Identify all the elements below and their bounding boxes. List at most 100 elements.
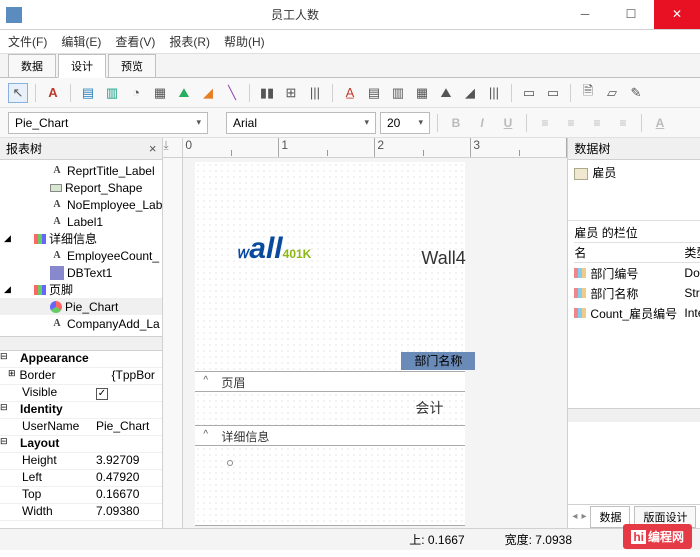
window-title: 员工人数 — [28, 6, 562, 23]
region-tool[interactable]: ▭ — [519, 83, 539, 103]
tab-data[interactable]: 数据 — [8, 54, 56, 77]
font-name: Arial — [233, 116, 257, 130]
collapse-icon[interactable]: ◢ — [4, 284, 11, 295]
close-icon[interactable]: × — [149, 141, 157, 156]
image-tool[interactable]: ⛰ — [174, 83, 194, 103]
shape-icon — [50, 184, 62, 192]
field-row[interactable]: Count_雇员编号 Integer — [574, 303, 700, 323]
minimize-button[interactable]: ─ — [562, 0, 608, 29]
status-bar: 上: 0.1667 宽度: 7.0938 — [0, 528, 700, 550]
label-tool[interactable]: A — [43, 83, 63, 103]
logo-image: 𝘞all401K — [237, 232, 311, 266]
tab-next-icon[interactable]: ▸ — [581, 511, 586, 522]
crosstab-tool[interactable]: ⊞ — [281, 83, 301, 103]
field-icon — [574, 268, 586, 278]
font-selector[interactable]: Arial ▾ — [226, 112, 376, 134]
dbtext-tool[interactable]: A̲ — [340, 83, 360, 103]
menu-view[interactable]: 查看(V) — [115, 33, 155, 50]
menu-report[interactable]: 报表(R) — [169, 33, 210, 50]
field-row[interactable]: 部门编号 Double — [574, 263, 700, 283]
report-tree[interactable]: AReprtTitle_Label Report_Shape ANoEmploy… — [0, 160, 162, 336]
font-size: 20 — [387, 116, 400, 130]
underline-button[interactable]: U — [497, 112, 519, 134]
dbrich-tool[interactable]: ▥ — [388, 83, 408, 103]
align-right-button[interactable]: ≡ — [586, 112, 608, 134]
label-icon: A — [50, 198, 64, 212]
status-width: 宽度: 7.0938 — [505, 531, 572, 548]
menu-edit[interactable]: 编辑(E) — [61, 33, 101, 50]
italic-button[interactable]: I — [471, 112, 493, 134]
line-tool[interactable]: ╲ — [222, 83, 242, 103]
property-grid[interactable]: ⊟Appearance ⊞Border{TppBor Visible✓ ⊟Ide… — [0, 350, 162, 528]
piechart-icon — [50, 301, 62, 313]
label-icon: A — [50, 317, 64, 331]
align-left-button[interactable]: ≡ — [534, 112, 556, 134]
pointer-tool[interactable]: ↖ — [8, 83, 28, 103]
maximize-button[interactable]: ☐ — [608, 0, 654, 29]
dbchart-tool[interactable]: ◢ — [460, 83, 480, 103]
fields-columns: 名 类型 — [574, 243, 700, 263]
status-top: 上: 0.1667 — [409, 531, 464, 548]
tab-prev-icon[interactable]: ◂ — [572, 511, 577, 522]
data-tree[interactable]: 雇员 — [568, 160, 700, 220]
band-icon — [34, 234, 46, 244]
band-collapse-icon[interactable]: ^ — [203, 429, 208, 440]
barcode-tool[interactable]: ||| — [305, 83, 325, 103]
field-icon — [574, 288, 586, 298]
memo-tool[interactable]: ▤ — [78, 83, 98, 103]
bold-button[interactable]: B — [445, 112, 467, 134]
dropdown-icon: ▾ — [418, 117, 423, 128]
design-canvas-area: ⤓ 0 1 2 3 𝘞all401K Wall4 部门名称 ^ 页眉 — [163, 138, 567, 528]
pen-tool[interactable]: ✎ — [626, 83, 646, 103]
band-collapse-icon[interactable]: ^ — [203, 375, 208, 386]
align-center-button[interactable]: ≡ — [560, 112, 582, 134]
label-icon: A — [50, 164, 64, 178]
checkbox-checked[interactable]: ✓ — [96, 388, 108, 400]
pagebreak-icon[interactable]: ⤓ — [163, 138, 168, 152]
font-color-button[interactable]: A — [649, 112, 671, 134]
align-justify-button[interactable]: ≡ — [612, 112, 634, 134]
collapse-icon[interactable]: ◢ — [4, 233, 11, 244]
collapse-icon[interactable]: ⊟ — [0, 402, 10, 418]
tree-item-selected[interactable]: Pie_Chart — [0, 298, 162, 315]
shape-tool[interactable]: ▱ — [602, 83, 622, 103]
dropdown-icon: ▾ — [196, 117, 201, 128]
calc-tool[interactable]: ▦ — [150, 83, 170, 103]
subreport-tool[interactable]: ▭ — [543, 83, 563, 103]
collapse-icon[interactable]: ⊟ — [0, 436, 10, 452]
font-size-selector[interactable]: 20 ▾ — [380, 112, 430, 134]
dbcalc-tool[interactable]: ▦ — [412, 83, 432, 103]
band-icon — [34, 285, 46, 295]
fields-title: 雇员 的栏位 — [574, 223, 700, 243]
richtext-tool[interactable]: ▥ — [102, 83, 122, 103]
expand-icon[interactable]: ⊞ — [8, 368, 16, 384]
barchart-tool[interactable]: ▮▮ — [257, 83, 277, 103]
column-header-label[interactable]: 部门名称 — [401, 352, 475, 370]
dbmemo-tool[interactable]: ▤ — [364, 83, 384, 103]
data-tree-title: 数据树 — [574, 140, 610, 157]
dbtext-value[interactable]: 会计 — [415, 398, 443, 418]
menu-file[interactable]: 文件(F) — [8, 33, 47, 50]
menu-help[interactable]: 帮助(H) — [224, 33, 265, 50]
tab-preview[interactable]: 预览 — [108, 54, 156, 77]
app-icon — [6, 7, 22, 23]
element-selector[interactable]: Pie_Chart ▾ — [8, 112, 208, 134]
collapse-icon[interactable]: ⊟ — [0, 351, 10, 367]
right-panel: 数据树 × 雇员 雇员 的栏位 名 类型 部门编号 Double 部门名称 St… — [567, 138, 700, 528]
dbtext-icon — [50, 266, 64, 280]
toolbar: ↖ A ▤ ▥ ◔ ▦ ⛰ ◢ ╲ ▮▮ ⊞ ||| A̲ ▤ ▥ ▦ ⛰ ◢ … — [0, 78, 700, 108]
field-row[interactable]: 部门名称 String — [574, 283, 700, 303]
chart-tool[interactable]: ◢ — [198, 83, 218, 103]
close-button[interactable]: ✕ — [654, 0, 700, 29]
band-detail: 详细信息 — [221, 428, 269, 445]
sysvar-tool[interactable]: ◔ — [126, 83, 146, 103]
h-scrollbar[interactable] — [0, 336, 162, 350]
h-scrollbar[interactable] — [568, 408, 700, 422]
design-canvas[interactable]: 𝘞all401K Wall4 部门名称 ^ 页眉 会计 ^ 详细信息 — [183, 158, 567, 528]
tab-design[interactable]: 设计 — [58, 54, 106, 78]
selection-handle[interactable] — [227, 460, 233, 466]
page-tool[interactable]: 🗎 — [578, 83, 598, 103]
label-icon: A — [50, 249, 64, 263]
dbbarcode-tool[interactable]: ||| — [484, 83, 504, 103]
dbimage-tool[interactable]: ⛰ — [436, 83, 456, 103]
